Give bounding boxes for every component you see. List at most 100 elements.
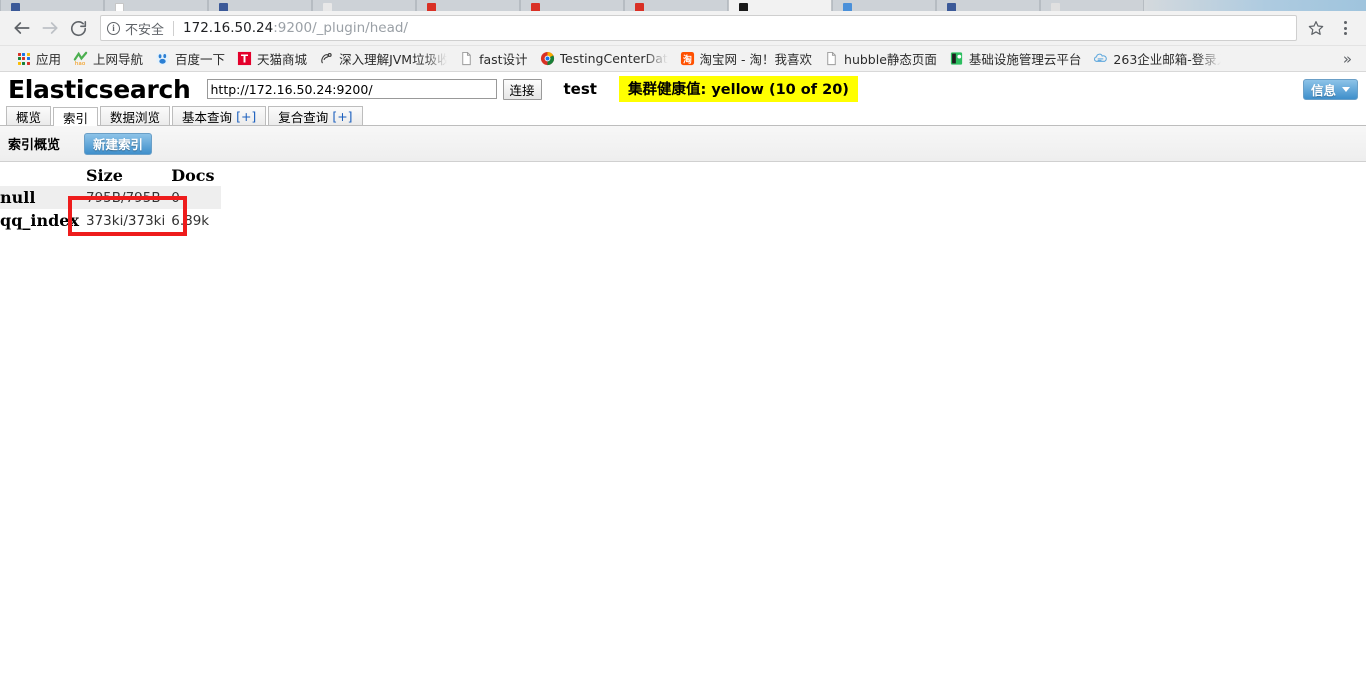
- tab-strip-empty-area: [1144, 0, 1366, 11]
- bookmark-hubble[interactable]: hubble静态页面: [818, 48, 943, 70]
- browser-tab[interactable]: [104, 0, 208, 11]
- baidu-icon: [155, 51, 170, 66]
- bookmark-testing-center[interactable]: TestingCenterDatabase: [534, 48, 674, 70]
- tab-favicon-icon: [115, 3, 124, 12]
- tab-favicon-icon: [531, 3, 540, 12]
- tab-favicon-icon: [635, 3, 644, 12]
- bookmark-label: TestingCenterDatabase: [560, 51, 668, 66]
- index-size: 373ki/373ki: [86, 209, 171, 232]
- star-outline-icon: [1308, 20, 1324, 36]
- svg-text:T: T: [241, 54, 248, 66]
- bookmark-taobao[interactable]: 淘 淘宝网 - 淘！我喜欢: [674, 48, 818, 70]
- tab-label: 基本查询: [182, 107, 232, 126]
- tab-plus-badge: [+]: [332, 109, 352, 124]
- apps-grid-icon: [16, 51, 31, 66]
- bookmark-infra-cloud[interactable]: 基础设施管理云平台: [943, 48, 1088, 70]
- reload-button[interactable]: [64, 14, 92, 42]
- browser-tab[interactable]: [520, 0, 624, 11]
- omnibox-divider: [173, 21, 174, 36]
- tab-favicon-icon: [843, 3, 852, 12]
- app-tab-bar: 概览 索引 数据浏览 基本查询[+] 复合查询 [+]: [0, 106, 1366, 126]
- bookmark-label: 上网导航: [93, 49, 143, 68]
- tab-favicon-icon: [11, 3, 20, 12]
- bookmark-label: hubble静态页面: [844, 49, 937, 68]
- tab-favicon-icon: [219, 3, 228, 12]
- cluster-health-badge: 集群健康值: yellow (10 of 20): [619, 76, 858, 102]
- browser-tab[interactable]: [1040, 0, 1144, 11]
- tab-overview[interactable]: 概览: [6, 106, 51, 125]
- tab-favicon-icon: [739, 3, 748, 12]
- browser-tab[interactable]: [832, 0, 936, 11]
- tab-favicon-icon: [947, 3, 956, 12]
- browser-menu-button[interactable]: [1332, 13, 1358, 43]
- table-head: Size Docs: [0, 165, 221, 186]
- browser-tab[interactable]: [208, 0, 312, 11]
- browser-tab[interactable]: [416, 0, 520, 11]
- arrow-right-icon: [40, 18, 60, 38]
- back-button[interactable]: [8, 14, 36, 42]
- bookmarks-bar: 应用 hao 上网导航 百度一下 T 天猫商城 深入理解JVM垃圾收集: [0, 46, 1366, 72]
- tab-data-browse[interactable]: 数据浏览: [100, 106, 170, 125]
- browser-chrome: i 不安全 172.16.50.24:9200/_plugin/head/ 应用: [0, 0, 1366, 72]
- bookmark-baidu[interactable]: 百度一下: [149, 48, 231, 70]
- index-overview-table: Size Docs null 795B/795B 0 qq_index 373k…: [0, 165, 221, 232]
- svg-text:淘: 淘: [683, 53, 692, 65]
- index-docs: 6.89k: [171, 209, 220, 232]
- bookmark-label: 263企业邮箱-登录入口: [1113, 49, 1221, 68]
- browser-tab[interactable]: [0, 0, 104, 11]
- tab-favicon-icon: [1051, 3, 1060, 12]
- browser-tab[interactable]: [624, 0, 728, 11]
- page-icon: [459, 51, 474, 66]
- tab-favicon-icon: [323, 3, 332, 12]
- browser-tab-strip: [0, 0, 1366, 11]
- svg-text:hao: hao: [75, 61, 86, 66]
- browser-tab-active[interactable]: [728, 0, 832, 11]
- bookmark-label: 淘宝网 - 淘！我喜欢: [700, 49, 812, 68]
- column-header-name: [0, 165, 86, 186]
- table-row[interactable]: qq_index 373ki/373ki 6.89k: [0, 209, 221, 232]
- index-docs: 0: [171, 186, 220, 209]
- table-header-row: Size Docs: [0, 165, 221, 186]
- index-action-bar: 索引概览 新建索引: [0, 126, 1366, 162]
- tmall-icon: T: [237, 51, 252, 66]
- cluster-url-input[interactable]: [207, 79, 497, 99]
- page-icon: [824, 51, 839, 66]
- bookmarks-overflow-button[interactable]: »: [1335, 50, 1360, 68]
- url-host: 172.16.50.24: [183, 20, 273, 36]
- tab-basic-query[interactable]: 基本查询[+]: [172, 106, 266, 125]
- bookmark-star-button[interactable]: [1303, 15, 1329, 41]
- info-dropdown-button[interactable]: 信息: [1303, 79, 1358, 100]
- tab-label: 复合查询: [278, 107, 328, 126]
- table-row[interactable]: null 795B/795B 0: [0, 186, 221, 209]
- url-path: :9200/_plugin/head/: [273, 20, 408, 36]
- browser-tab[interactable]: [936, 0, 1040, 11]
- app-header: Elasticsearch 连接 test 集群健康值: yellow (10 …: [0, 72, 1366, 106]
- new-index-button[interactable]: 新建索引: [84, 133, 152, 155]
- browser-tab[interactable]: [312, 0, 416, 11]
- tab-indices[interactable]: 索引: [53, 107, 98, 126]
- browser-toolbar: i 不安全 172.16.50.24:9200/_plugin/head/: [0, 11, 1366, 46]
- security-status[interactable]: i 不安全: [107, 19, 164, 38]
- column-header-docs: Docs: [171, 165, 220, 186]
- hao123-icon: hao: [73, 51, 88, 66]
- bookmark-label: 天猫商城: [257, 49, 307, 68]
- bookmark-jvm-article[interactable]: 深入理解JVM垃圾收集: [313, 48, 453, 70]
- bookmark-hao123[interactable]: hao 上网导航: [67, 48, 149, 70]
- arrow-left-icon: [12, 18, 32, 38]
- bookmark-263-mail[interactable]: 263企业邮箱-登录入口: [1087, 48, 1227, 70]
- tab-favicon-icon: [427, 3, 436, 12]
- bookmark-apps[interactable]: 应用: [10, 48, 67, 70]
- app-logo: Elasticsearch: [8, 77, 191, 102]
- index-name: qq_index: [0, 209, 86, 232]
- bookmark-label: 百度一下: [175, 49, 225, 68]
- bookmark-label: 基础设施管理云平台: [969, 49, 1082, 68]
- forward-button[interactable]: [36, 14, 64, 42]
- tab-composite-query[interactable]: 复合查询 [+]: [268, 106, 362, 125]
- section-title: 索引概览: [8, 134, 60, 153]
- connect-button[interactable]: 连接: [503, 79, 542, 100]
- bookmark-fast-design[interactable]: fast设计: [453, 48, 533, 70]
- three-dot-menu-icon: [1344, 21, 1347, 24]
- info-circle-icon: i: [107, 22, 120, 35]
- address-bar[interactable]: i 不安全 172.16.50.24:9200/_plugin/head/: [100, 15, 1297, 41]
- bookmark-tmall[interactable]: T 天猫商城: [231, 48, 313, 70]
